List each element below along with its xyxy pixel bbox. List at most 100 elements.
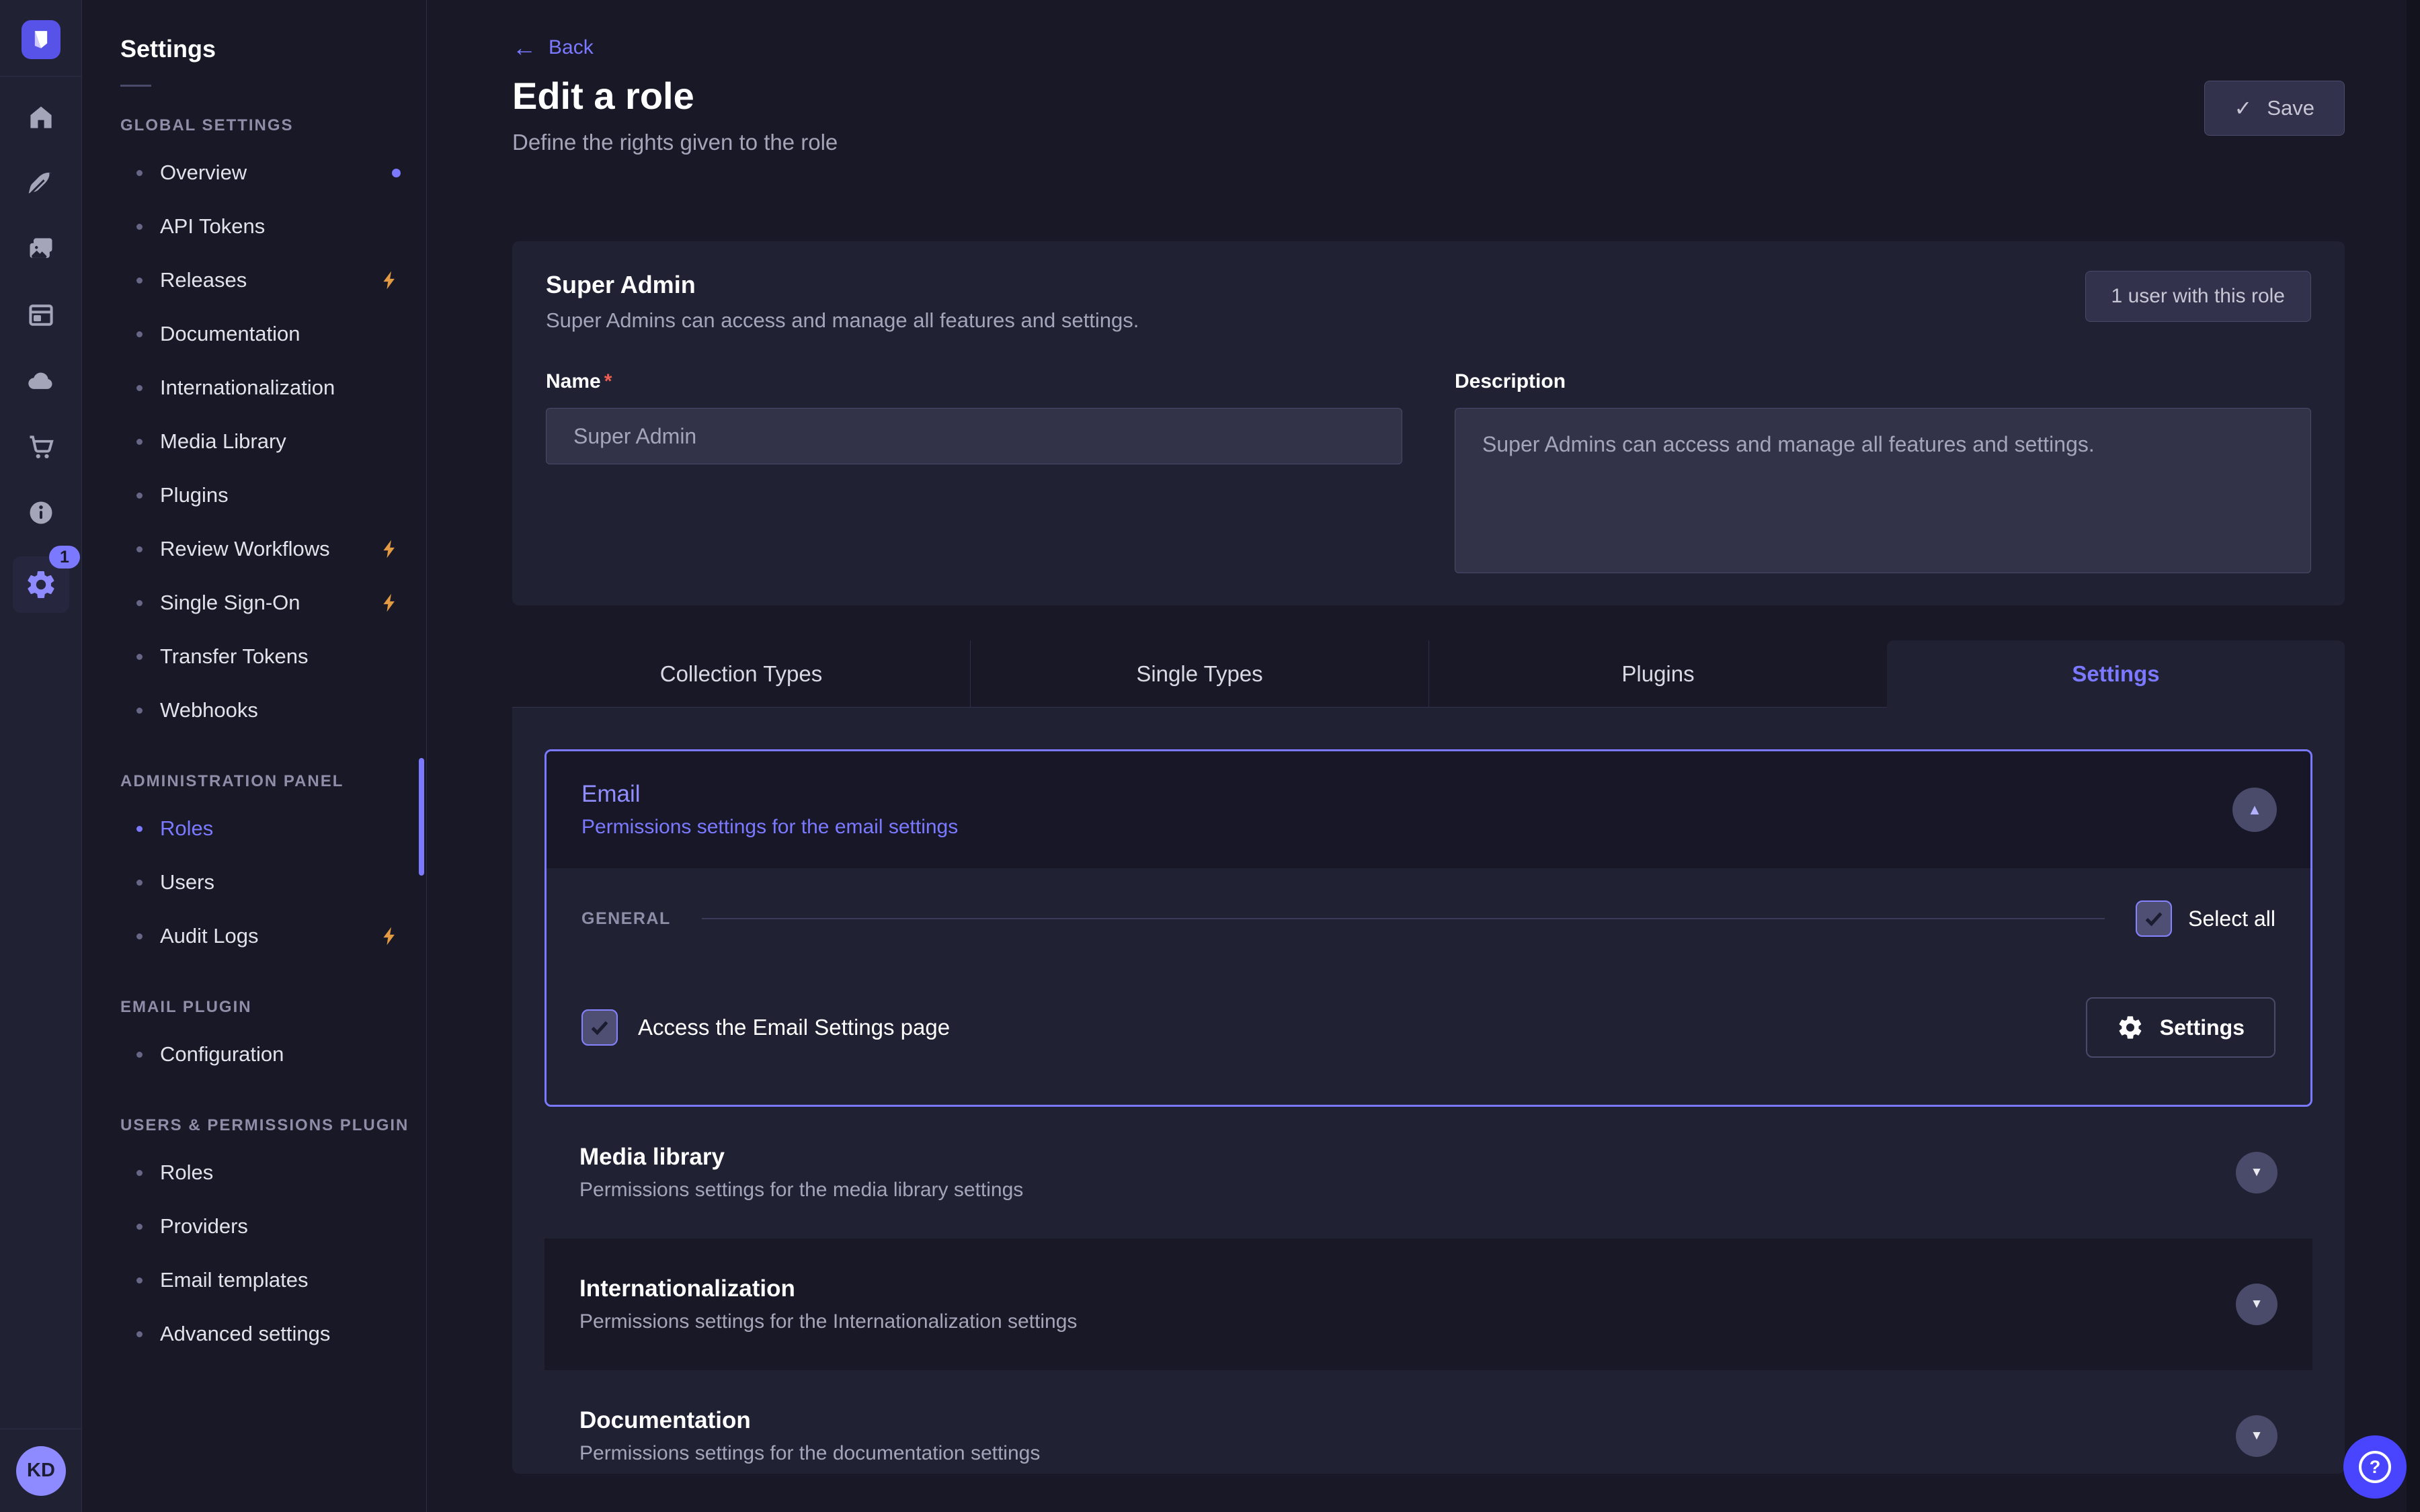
settings-notification-badge: 1	[49, 546, 80, 569]
bullet	[136, 826, 143, 832]
expand-button[interactable]: ▼	[2236, 1152, 2277, 1193]
cloud-icon[interactable]	[26, 366, 56, 396]
bullet	[136, 1224, 143, 1230]
accordion-email-subtitle: Permissions settings for the email setti…	[581, 816, 2275, 839]
role-name-heading: Super Admin	[546, 271, 2311, 299]
content-manager-icon[interactable]	[26, 168, 56, 199]
permissions-tablist: Collection Types Single Types Plugins Se…	[512, 640, 2345, 708]
users-with-role-button[interactable]: 1 user with this role	[2085, 271, 2311, 322]
tab-settings[interactable]: Settings	[1887, 640, 2345, 708]
bullet	[136, 1052, 143, 1058]
sidebar-item-audit-logs[interactable]: Audit Logs	[83, 909, 426, 963]
checkmark-icon	[2142, 907, 2165, 930]
checkmark-icon	[588, 1016, 611, 1039]
bullet	[136, 331, 143, 337]
sidebar-item-single-sign-on[interactable]: Single Sign-On	[83, 576, 426, 630]
strapi-logo[interactable]	[22, 20, 61, 59]
strapi-logo-mark	[26, 25, 56, 54]
sidebar-item-roles-up[interactable]: Roles	[83, 1146, 426, 1200]
description-field-group: Description Super Admins can access and …	[1455, 370, 2311, 573]
collapse-button[interactable]: ▲	[2232, 788, 2277, 832]
content-type-builder-icon[interactable]	[26, 300, 56, 331]
expand-button[interactable]: ▼	[2236, 1415, 2277, 1457]
home-icon[interactable]	[26, 102, 56, 133]
bullet	[136, 708, 143, 714]
group-divider	[702, 918, 2105, 919]
sidebar-item-users[interactable]: Users	[83, 855, 426, 909]
subnav-title: Settings	[120, 35, 426, 63]
bullet	[136, 1277, 143, 1284]
subnav-scrollbar-thumb[interactable]	[419, 758, 424, 876]
permission-label: Access the Email Settings page	[638, 1015, 950, 1040]
back-link[interactable]: ← Back	[512, 0, 594, 59]
page-subtitle: Define the rights given to the role	[512, 130, 2345, 155]
bullet	[136, 933, 143, 939]
gear-icon	[25, 569, 57, 601]
sidebar-item-transfer-tokens[interactable]: Transfer Tokens	[83, 630, 426, 683]
accordion-email-body: GENERAL Select all Access	[547, 868, 2310, 1105]
bullet	[136, 493, 143, 499]
bullet	[136, 654, 143, 660]
sidebar-item-api-tokens[interactable]: API Tokens	[83, 200, 426, 253]
accordion-media-library[interactable]: Media library Permissions settings for t…	[544, 1107, 2312, 1238]
bullet	[136, 385, 143, 391]
bullet	[136, 1331, 143, 1337]
lightning-icon	[379, 538, 401, 560]
chevron-down-icon: ▼	[2251, 1429, 2263, 1443]
marketplace-icon[interactable]	[26, 431, 56, 462]
email-settings-button[interactable]: Settings	[2086, 997, 2275, 1058]
save-button[interactable]: ✓ Save	[2204, 81, 2345, 136]
sidebar-item-documentation[interactable]: Documentation	[83, 307, 426, 361]
permission-checkbox[interactable]	[581, 1009, 618, 1046]
sidebar-item-releases[interactable]: Releases	[83, 253, 426, 307]
sidebar-item-plugins[interactable]: Plugins	[83, 468, 426, 522]
bullet	[136, 439, 143, 445]
tab-plugins[interactable]: Plugins	[1429, 640, 1887, 708]
name-field-group: Name* Super Admin	[546, 370, 1402, 573]
sidebar-item-providers[interactable]: Providers	[83, 1200, 426, 1253]
sidebar-item-configuration[interactable]: Configuration	[83, 1027, 426, 1081]
expand-button[interactable]: ▼	[2236, 1284, 2277, 1325]
gear-icon	[2117, 1014, 2144, 1041]
select-all-label: Select all	[2188, 907, 2275, 931]
sidebar-item-roles-admin[interactable]: Roles	[83, 802, 426, 855]
settings-tab-panel: Email Permissions settings for the email…	[512, 708, 2345, 1474]
avatar[interactable]: KD	[16, 1446, 66, 1496]
bullet	[136, 224, 143, 230]
required-asterisk: *	[604, 370, 612, 392]
select-all-checkbox[interactable]	[2136, 900, 2172, 937]
sidebar-item-overview[interactable]: Overview	[83, 146, 426, 200]
accordion-email-title: Email	[581, 781, 2275, 808]
info-icon[interactable]	[26, 497, 56, 528]
sidebar-item-internationalization[interactable]: Internationalization	[83, 361, 426, 415]
accordion-internationalization[interactable]: Internationalization Permissions setting…	[544, 1238, 2312, 1370]
notification-dot-icon	[392, 169, 401, 177]
page-scrollbar-track[interactable]	[2407, 0, 2420, 1512]
lightning-icon	[379, 269, 401, 291]
sidebar-item-review-workflows[interactable]: Review Workflows	[83, 522, 426, 576]
chevron-up-icon: ▲	[2247, 801, 2262, 818]
group-label: GENERAL	[581, 909, 671, 929]
tab-single-types[interactable]: Single Types	[971, 640, 1429, 708]
media-library-icon[interactable]	[26, 234, 56, 265]
name-input[interactable]: Super Admin	[546, 408, 1402, 464]
settings-rail-item[interactable]: 1	[13, 556, 69, 613]
sidebar-item-media-library[interactable]: Media Library	[83, 415, 426, 468]
description-textarea[interactable]: Super Admins can access and manage all f…	[1455, 408, 2311, 573]
lightning-icon	[379, 925, 401, 947]
chevron-down-icon: ▼	[2251, 1297, 2263, 1312]
settings-subnav: Settings GLOBAL SETTINGS Overview API To…	[83, 0, 427, 1512]
accordion-documentation[interactable]: Documentation Permissions settings for t…	[544, 1370, 2312, 1474]
section-header-email-plugin: EMAIL PLUGIN	[83, 963, 426, 1027]
name-label: Name*	[546, 370, 1402, 393]
tab-collection-types[interactable]: Collection Types	[512, 640, 971, 708]
help-button[interactable]: ?	[2343, 1435, 2407, 1499]
sidebar-item-webhooks[interactable]: Webhooks	[83, 683, 426, 737]
accordion-email-header[interactable]: Email Permissions settings for the email…	[547, 751, 2310, 868]
main-content: ← Back Edit a role Define the rights giv…	[428, 0, 2420, 1512]
sidebar-item-email-templates[interactable]: Email templates	[83, 1253, 426, 1307]
sidebar-item-advanced-settings[interactable]: Advanced settings	[83, 1307, 426, 1361]
role-details-card: Super Admin Super Admins can access and …	[512, 241, 2345, 605]
rail-footer: KD	[0, 1429, 82, 1512]
page-title: Edit a role	[512, 74, 2345, 118]
